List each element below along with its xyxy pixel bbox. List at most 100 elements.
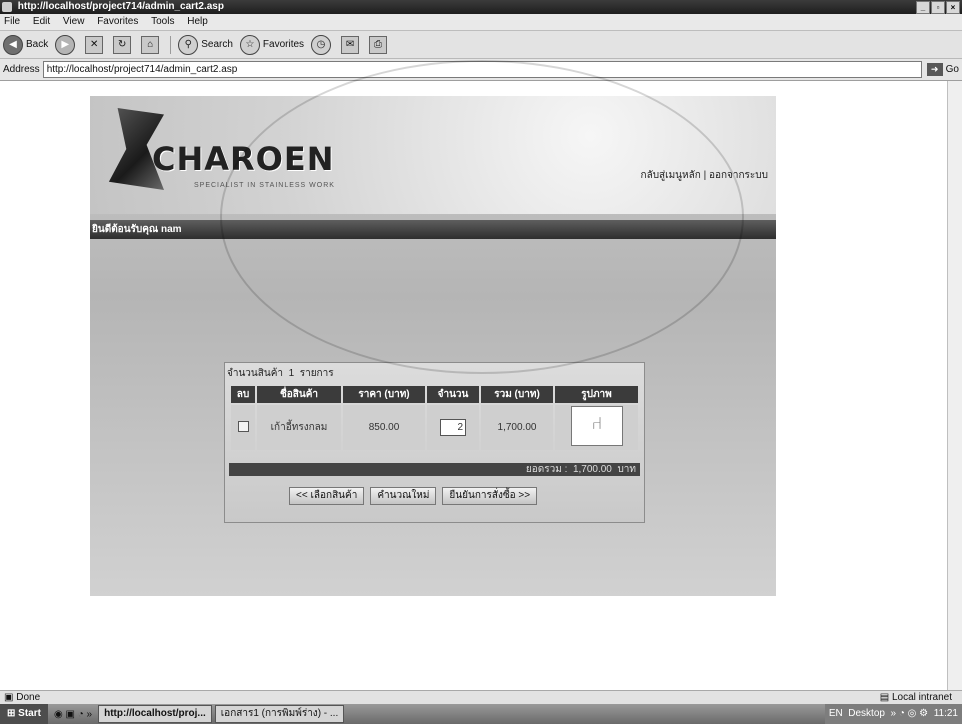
window-titlebar: http://localhost/project714/admin_cart2.… xyxy=(0,0,962,14)
zone-label: Local intranet xyxy=(891,692,952,703)
cart-panel: จำนวนสินค้า 1 รายการ ลบ ชื่อสินค้า ราคา … xyxy=(224,362,645,523)
minimize-button[interactable]: _ xyxy=(916,1,930,14)
back-button[interactable]: ◀ Back xyxy=(3,34,49,55)
windows-icon: ⊞ xyxy=(7,708,19,719)
taskbar: ⊞ Start ◉ ▣ ◔ » http://localhost/proj...… xyxy=(0,704,962,724)
system-tray: EN Desktop » ◔ ◎ ⚙ 11:21 xyxy=(824,704,962,724)
grand-total-unit: บาท xyxy=(617,464,636,475)
confirm-order-button[interactable]: ยืนยันการสั่งซื้อ >> xyxy=(442,487,538,505)
close-button[interactable]: × xyxy=(946,1,960,14)
maximize-button[interactable]: ▫ xyxy=(931,1,945,14)
task-document[interactable]: เอกสาร1 (การพิมพ์ร่าง) - ... xyxy=(214,705,345,723)
stop-icon: ✕ xyxy=(85,35,104,54)
intranet-icon: ▤ xyxy=(879,692,892,703)
quantity-cell: 2 xyxy=(427,405,479,450)
col-total: รวม (บาท) xyxy=(481,386,553,403)
delete-cell xyxy=(231,405,255,450)
welcome-bar: ยินดีต้อนรับคุณ nam xyxy=(90,220,776,239)
search-button[interactable]: ⚲ Search xyxy=(178,34,233,55)
col-price: ราคา (บาท) xyxy=(343,386,425,403)
go-label: Go xyxy=(945,64,959,75)
address-label: Address xyxy=(3,64,40,75)
toolbar-separator xyxy=(170,35,172,54)
home-icon: ⌂ xyxy=(141,35,160,54)
forward-button[interactable]: ▶ xyxy=(55,34,78,55)
site-header: CHAROEN SPECIALIST IN STAINLESS WORK กลั… xyxy=(90,96,776,214)
back-label: Back xyxy=(26,39,49,50)
grand-total-label: ยอดรวม : xyxy=(525,464,568,475)
favorites-button[interactable]: ☆ Favorites xyxy=(239,34,305,55)
col-product-name: ชื่อสินค้า xyxy=(257,386,341,403)
continue-shopping-button[interactable]: << เลือกสินค้า xyxy=(289,487,365,505)
product-price: 850.00 xyxy=(343,405,425,450)
table-row: เก้าอี้ทรงกลม 850.00 2 1,700.00 ⑁ xyxy=(231,405,638,450)
ie-icon xyxy=(2,2,12,12)
forward-arrow-icon: ▶ xyxy=(55,34,76,55)
col-quantity: จำนวน xyxy=(427,386,479,403)
menu-tools[interactable]: Tools xyxy=(151,16,174,27)
tray-icons: » ◔ ◎ ⚙ xyxy=(887,708,931,719)
quantity-input[interactable]: 2 xyxy=(440,419,466,436)
browser-toolbar: ◀ Back ▶ ✕ ↻ ⌂ ⚲ Search ☆ Favorites ◷ ✉ … xyxy=(0,31,962,59)
search-icon: ⚲ xyxy=(178,34,199,55)
stop-button[interactable]: ✕ xyxy=(85,35,106,54)
favorites-label: Favorites xyxy=(262,39,305,50)
menu-view[interactable]: View xyxy=(63,16,85,27)
site-container: CHAROEN SPECIALIST IN STAINLESS WORK กลั… xyxy=(90,96,776,596)
cart-actions: << เลือกสินค้า คำนวณใหม่ ยืนยันการสั่งซื… xyxy=(289,487,538,505)
task-browser[interactable]: http://localhost/proj... xyxy=(98,705,212,723)
col-delete: ลบ xyxy=(231,386,255,403)
link-separator: | xyxy=(703,170,707,181)
cart-table: ลบ ชื่อสินค้า ราคา (บาท) จำนวน รวม (บาท)… xyxy=(229,384,640,452)
status-text: Done xyxy=(16,692,41,703)
history-button[interactable]: ◷ xyxy=(311,34,334,55)
window-title: http://localhost/project714/admin_cart2.… xyxy=(17,1,224,12)
menu-file[interactable]: File xyxy=(4,16,20,27)
menu-edit[interactable]: Edit xyxy=(33,16,50,27)
vertical-scrollbar[interactable] xyxy=(947,81,962,690)
back-arrow-icon: ◀ xyxy=(3,34,23,55)
status-bar: ▣ Done ▤ Local intranet xyxy=(0,690,962,705)
star-icon: ☆ xyxy=(239,34,260,55)
home-link[interactable]: กลับสู่เมนูหลัก xyxy=(641,170,701,181)
language-icon: EN xyxy=(828,708,846,719)
chair-icon: ⑁ xyxy=(591,413,603,433)
start-label: Start xyxy=(18,708,41,719)
go-arrow-icon: ➜ xyxy=(926,63,943,76)
logout-link[interactable]: ออกจากระบบ xyxy=(709,170,768,181)
product-thumbnail: ⑁ xyxy=(570,406,623,446)
refresh-button[interactable]: ↻ xyxy=(113,35,134,54)
menu-bar: File Edit View Favorites Tools Help xyxy=(0,14,962,31)
mail-button[interactable]: ✉ xyxy=(341,35,362,54)
cart-count: จำนวนสินค้า 1 รายการ xyxy=(227,366,334,381)
clock: 11:21 xyxy=(933,708,958,719)
start-button[interactable]: ⊞ Start xyxy=(0,704,48,724)
col-image: รูปภาพ xyxy=(555,386,638,403)
desktop-toolbar[interactable]: Desktop xyxy=(848,708,885,719)
address-input[interactable]: http://localhost/project714/admin_cart2.… xyxy=(42,61,922,78)
cart-count-unit: รายการ xyxy=(299,368,334,379)
menu-help[interactable]: Help xyxy=(187,16,208,27)
line-total: 1,700.00 xyxy=(481,405,553,450)
product-name: เก้าอี้ทรงกลม xyxy=(257,405,341,450)
menu-favorites[interactable]: Favorites xyxy=(97,16,138,27)
grand-total-bar: ยอดรวม : 1,700.00 บาท xyxy=(229,463,640,476)
print-button[interactable]: ⎙ xyxy=(369,35,390,54)
top-links: กลับสู่เมนูหลัก | ออกจากระบบ xyxy=(641,168,768,183)
table-header-row: ลบ ชื่อสินค้า ราคา (บาท) จำนวน รวม (บาท)… xyxy=(231,386,638,403)
status-zone: ▤ Local intranet xyxy=(880,691,952,705)
site-logo: CHAROEN xyxy=(152,140,335,178)
image-cell: ⑁ xyxy=(555,405,638,450)
recalculate-button[interactable]: คำนวณใหม่ xyxy=(370,487,437,505)
mail-icon: ✉ xyxy=(341,35,360,54)
page-icon: ▣ xyxy=(4,692,14,703)
go-button[interactable]: ➜ Go xyxy=(926,63,959,76)
home-button[interactable]: ⌂ xyxy=(141,35,162,54)
history-icon: ◷ xyxy=(311,34,332,55)
delete-checkbox[interactable] xyxy=(237,420,249,432)
cart-count-value: 1 xyxy=(288,368,295,379)
search-label: Search xyxy=(201,39,233,50)
printer-icon: ⎙ xyxy=(369,35,388,54)
quicklaunch-icons[interactable]: ◉ ▣ ◔ » xyxy=(54,709,92,720)
address-bar: Address http://localhost/project714/admi… xyxy=(0,59,962,81)
